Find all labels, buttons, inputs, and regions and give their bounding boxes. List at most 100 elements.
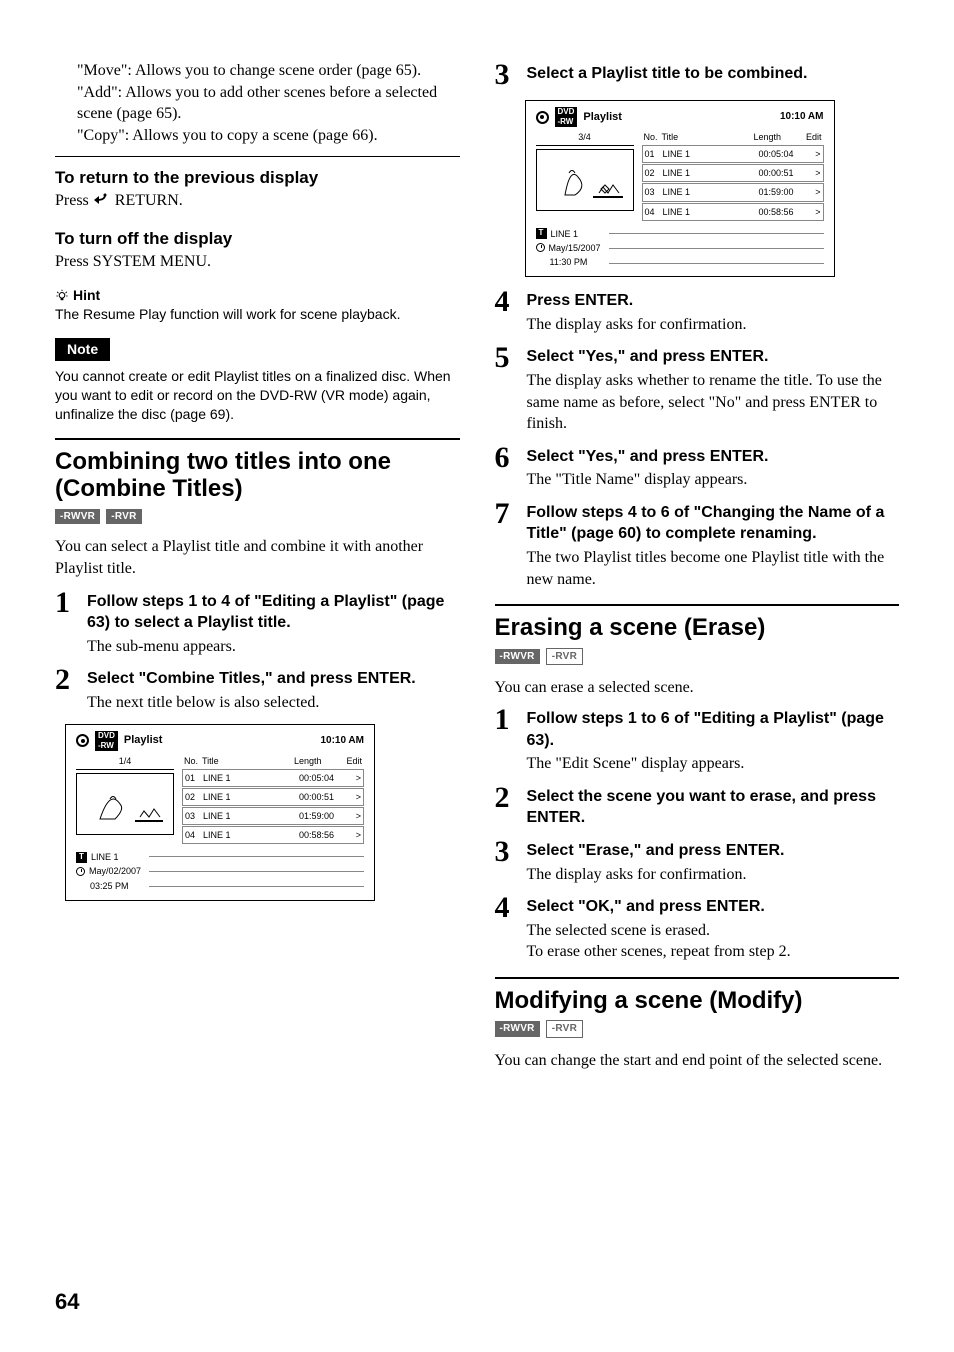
cell-title: LINE 1 bbox=[203, 829, 299, 841]
step-item: 3 Select "Erase," and press ENTER.The dis… bbox=[495, 837, 900, 885]
return-text-pre: Press bbox=[55, 192, 93, 209]
playlist-panel: DVD-RW Playlist 10:10 AM 1/4 No. bbox=[65, 724, 375, 901]
lightbulb-icon bbox=[55, 289, 69, 303]
col-no: No. bbox=[184, 755, 202, 767]
clock-icon bbox=[536, 243, 545, 252]
cell-no: 03 bbox=[185, 810, 203, 822]
steps-after: 4Press ENTER.The display asks for confir… bbox=[495, 287, 900, 590]
table-row[interactable]: 04LINE 100:58:56> bbox=[182, 826, 364, 844]
step-title: Select the scene you want to erase, and … bbox=[527, 786, 900, 829]
badge-rvr: -RVR bbox=[106, 509, 141, 525]
step-title: Follow steps 1 to 6 of "Editing a Playli… bbox=[527, 708, 900, 751]
step-title: Select "OK," and press ENTER. bbox=[527, 896, 900, 918]
step-item: 1 Follow steps 1 to 4 of "Editing a Play… bbox=[55, 588, 460, 658]
table-row[interactable]: 03LINE 101:59:00> bbox=[642, 183, 824, 201]
hint-label: Hint bbox=[73, 286, 100, 305]
combine-steps: 1 Follow steps 1 to 4 of "Editing a Play… bbox=[55, 588, 460, 714]
cell-length: 01:59:00 bbox=[759, 186, 809, 198]
copy-text: : Allows you to copy a scene (page 66). bbox=[125, 127, 378, 144]
cell-no: 04 bbox=[185, 829, 203, 841]
t-badge-icon: T bbox=[536, 228, 547, 239]
step-item: 4Select "OK," and press ENTER.The select… bbox=[495, 893, 900, 963]
step-item: 5 Select "Yes," and press ENTER.The displ… bbox=[495, 343, 900, 434]
cell-length: 01:59:00 bbox=[299, 810, 349, 822]
cell-length: 00:58:56 bbox=[299, 829, 349, 841]
cell-no: 02 bbox=[185, 791, 203, 803]
divider-thick bbox=[55, 438, 460, 440]
blank-lines bbox=[609, 222, 824, 268]
step-sub: The display asks whether to rename the t… bbox=[527, 370, 900, 435]
step-number: 5 bbox=[495, 343, 517, 373]
step-sub: The display asks for confirmation. bbox=[527, 314, 900, 336]
step-number: 3 bbox=[495, 837, 517, 867]
step3-list: 3 Select a Playlist title to be combined… bbox=[495, 60, 900, 90]
cell-edit: > bbox=[809, 148, 821, 160]
step-title: Press ENTER. bbox=[527, 290, 900, 312]
modify-intro: You can change the start and end point o… bbox=[495, 1050, 900, 1072]
step-title: Select "Erase," and press ENTER. bbox=[527, 840, 900, 862]
disc-icon bbox=[76, 734, 89, 747]
meta-date: May/02/2007 bbox=[89, 865, 141, 877]
cell-length: 00:00:51 bbox=[759, 167, 809, 179]
step-item: 4Press ENTER.The display asks for confir… bbox=[495, 287, 900, 335]
cell-length: 00:05:04 bbox=[759, 148, 809, 160]
playlist-time: 10:10 AM bbox=[780, 110, 824, 124]
badge-rwvr: -RWVR bbox=[495, 1021, 540, 1037]
move-text: : Allows you to change scene order (page… bbox=[127, 62, 421, 79]
table-row[interactable]: 01LINE 100:05:04> bbox=[642, 145, 824, 163]
add-label: "Add" bbox=[77, 84, 118, 101]
erase-heading: Erasing a scene (Erase) bbox=[495, 614, 900, 642]
note-text: You cannot create or edit Playlist title… bbox=[55, 367, 460, 424]
page-number: 64 bbox=[55, 1287, 79, 1317]
table-row[interactable]: 02LINE 100:00:51> bbox=[182, 788, 364, 806]
return-heading: To return to the previous display bbox=[55, 167, 460, 190]
table-row[interactable]: 03LINE 101:59:00> bbox=[182, 807, 364, 825]
col-title: Title bbox=[662, 131, 754, 143]
note-label: Note bbox=[55, 338, 110, 361]
table-row[interactable]: 04LINE 100:58:56> bbox=[642, 203, 824, 221]
cell-edit: > bbox=[349, 772, 361, 784]
intro-paragraph: "Move": Allows you to change scene order… bbox=[55, 60, 460, 146]
copy-label: "Copy" bbox=[77, 127, 125, 144]
step-number: 3 bbox=[495, 60, 517, 90]
col-length: Length bbox=[294, 755, 344, 767]
left-column: "Move": Allows you to change scene order… bbox=[55, 60, 460, 1072]
step-item: 2Select the scene you want to erase, and… bbox=[495, 783, 900, 829]
playlist-time: 10:10 AM bbox=[320, 734, 364, 748]
return-text-post: RETURN. bbox=[111, 192, 183, 209]
badge-rvr: -RVR bbox=[546, 648, 583, 666]
playlist-count: 1/4 bbox=[76, 755, 174, 770]
table-row[interactable]: 02LINE 100:00:51> bbox=[642, 164, 824, 182]
cell-title: LINE 1 bbox=[663, 186, 759, 198]
cell-no: 02 bbox=[645, 167, 663, 179]
step-sub: The sub-menu appears. bbox=[87, 636, 460, 658]
cell-edit: > bbox=[349, 810, 361, 822]
return-text: Press RETURN. bbox=[55, 190, 460, 214]
modify-heading: Modifying a scene (Modify) bbox=[495, 987, 900, 1015]
badge-row: -RWVR -RVR bbox=[495, 1020, 900, 1038]
step-number: 7 bbox=[495, 499, 517, 529]
hint-text: The Resume Play function will work for s… bbox=[55, 305, 460, 324]
badge-rwvr: -RWVR bbox=[55, 509, 100, 525]
combine-intro: You can select a Playlist title and comb… bbox=[55, 536, 460, 579]
step-number: 4 bbox=[495, 893, 517, 923]
step-number: 1 bbox=[495, 705, 517, 735]
step-sub: The "Title Name" display appears. bbox=[527, 469, 900, 491]
col-edit: Edit bbox=[344, 755, 362, 767]
step-sub: The "Edit Scene" display appears. bbox=[527, 753, 900, 775]
col-title: Title bbox=[202, 755, 294, 767]
cell-length: 00:05:04 bbox=[299, 772, 349, 784]
step-title: Follow steps 1 to 4 of "Editing a Playli… bbox=[87, 591, 460, 634]
step-sub: The two Playlist titles become one Playl… bbox=[527, 547, 900, 590]
table-row[interactable]: 01LINE 100:05:04> bbox=[182, 769, 364, 787]
cell-edit: > bbox=[349, 791, 361, 803]
step-sub: The display asks for confirmation. bbox=[527, 864, 900, 886]
cell-no: 01 bbox=[185, 772, 203, 784]
right-column: 3 Select a Playlist title to be combined… bbox=[495, 60, 900, 1072]
playlist-thumbnail bbox=[536, 149, 634, 211]
combine-heading: Combining two titles into one (Combine T… bbox=[55, 448, 460, 503]
step-title: Select "Yes," and press ENTER. bbox=[527, 346, 900, 368]
cell-title: LINE 1 bbox=[663, 148, 759, 160]
badge-row: -RWVR -RVR bbox=[495, 648, 900, 666]
step-number: 1 bbox=[55, 588, 77, 618]
